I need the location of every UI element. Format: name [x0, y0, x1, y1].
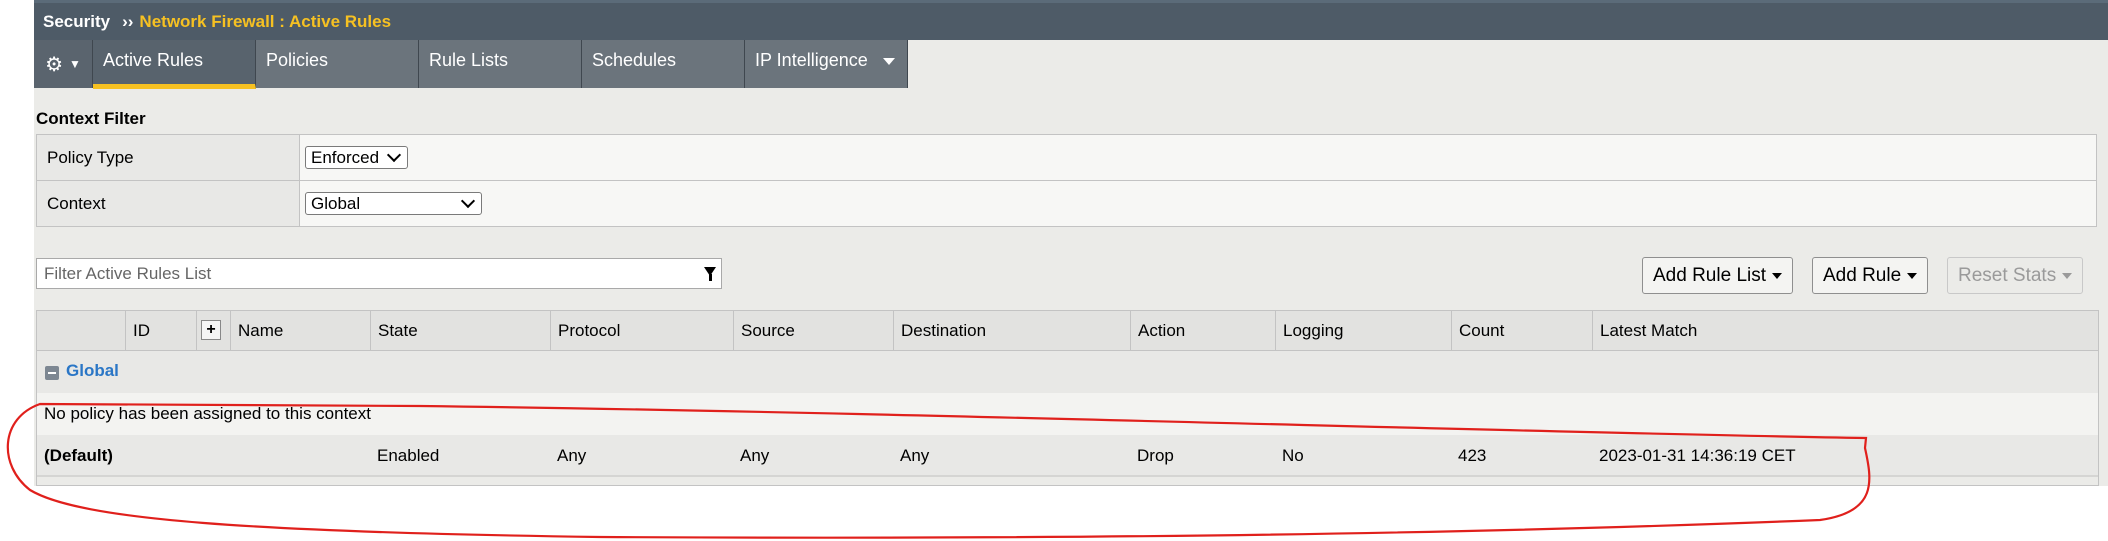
reset-stats-button[interactable]: Reset Stats	[1947, 257, 2084, 294]
tab-active-rules[interactable]: Active Rules	[93, 40, 256, 89]
tab-policies[interactable]: Policies	[256, 40, 419, 88]
group-label[interactable]: Global	[66, 361, 119, 381]
context-label: Context	[37, 181, 300, 226]
context-value: Global	[311, 193, 361, 213]
filter-rules-input[interactable]: Filter Active Rules List	[36, 258, 722, 289]
caret-down-icon	[2062, 272, 2073, 279]
column-header-destination[interactable]: Destination	[893, 311, 1130, 350]
column-header-logging[interactable]: Logging	[1275, 311, 1451, 350]
column-header-state[interactable]: State	[370, 311, 550, 350]
column-header-latest-match[interactable]: Latest Match	[1592, 311, 2098, 350]
tab-ip-intelligence[interactable]: IP Intelligence	[745, 40, 908, 88]
column-header-source[interactable]: Source	[733, 311, 893, 350]
row-protocol: Any	[557, 446, 587, 465]
collapse-icon[interactable]	[45, 366, 59, 380]
add-rule-button[interactable]: Add Rule	[1812, 257, 1929, 294]
column-header-name[interactable]: Name	[230, 311, 370, 350]
tab-rule-lists[interactable]: Rule Lists	[419, 40, 582, 88]
rules-table: ID + Name State Protocol Source Destinat…	[36, 310, 2099, 486]
breadcrumb-section[interactable]: Security	[43, 12, 110, 31]
group-row-global: Global	[37, 351, 2098, 393]
chevron-down-icon	[460, 193, 476, 209]
policy-type-row: Policy Type Enforced	[37, 135, 2096, 181]
add-column-cell: +	[196, 311, 230, 350]
gear-icon: ⚙	[45, 53, 64, 76]
breadcrumb-separator: ››	[122, 12, 134, 31]
tab-bar: ⚙ ▼ Active Rules Policies Rule Lists Sch…	[34, 40, 908, 89]
column-header-protocol[interactable]: Protocol	[550, 311, 733, 350]
filter-icon[interactable]	[704, 267, 716, 281]
policy-type-cell: Enforced	[300, 135, 2096, 180]
row-latest-match: 2023-01-31 14:36:19 CET	[1599, 446, 1796, 465]
context-cell: Global	[300, 181, 2096, 226]
column-header-count[interactable]: Count	[1451, 311, 1592, 350]
context-row: Context Global	[37, 181, 2096, 226]
plus-icon[interactable]: +	[201, 320, 221, 340]
reset-stats-label: Reset Stats	[1958, 265, 2057, 286]
row-destination: Any	[900, 446, 930, 465]
row-state: Enabled	[377, 446, 440, 465]
row-source: Any	[740, 446, 770, 465]
add-rule-label: Add Rule	[1823, 265, 1902, 286]
table-row[interactable]: (Default) Enabled Any Any Any Drop No 42…	[37, 435, 2098, 477]
policy-type-select[interactable]: Enforced	[305, 146, 408, 169]
context-filter-title: Context Filter	[36, 109, 146, 128]
caret-down-icon	[1772, 272, 1783, 279]
row-logging: No	[1282, 446, 1304, 465]
row-name: (Default)	[44, 446, 113, 465]
policy-type-value: Enforced	[311, 147, 380, 167]
add-rule-list-button[interactable]: Add Rule List	[1642, 257, 1794, 294]
content-frame: Security ›› Network Firewall : Active Rule…	[34, 0, 2108, 486]
row-count: 423	[1458, 446, 1487, 465]
column-header-action[interactable]: Action	[1130, 311, 1275, 350]
breadcrumb: Security ›› Network Firewall : Active Rule…	[34, 0, 2108, 40]
add-rule-list-label: Add Rule List	[1653, 265, 1767, 286]
filter-placeholder: Filter Active Rules List	[44, 264, 212, 283]
policy-type-label: Policy Type	[37, 135, 300, 180]
table-header: ID + Name State Protocol Source Destinat…	[37, 311, 2098, 351]
gear-menu-button[interactable]: ⚙ ▼	[34, 40, 93, 88]
column-header-id[interactable]: ID	[125, 311, 196, 350]
context-filter-table: Policy Type Enforced Context Global	[36, 134, 2097, 227]
context-select[interactable]: Global	[305, 192, 482, 215]
tab-schedules[interactable]: Schedules	[582, 40, 745, 88]
chevron-down-icon	[386, 147, 402, 163]
select-column-header[interactable]	[37, 311, 125, 350]
chevron-down-icon: ▼	[69, 57, 81, 71]
row-action: Drop	[1137, 446, 1174, 465]
no-policy-message: No policy has been assigned to this cont…	[37, 393, 2098, 435]
caret-down-icon	[1907, 272, 1918, 279]
breadcrumb-page: Network Firewall : Active Rules	[139, 12, 392, 31]
